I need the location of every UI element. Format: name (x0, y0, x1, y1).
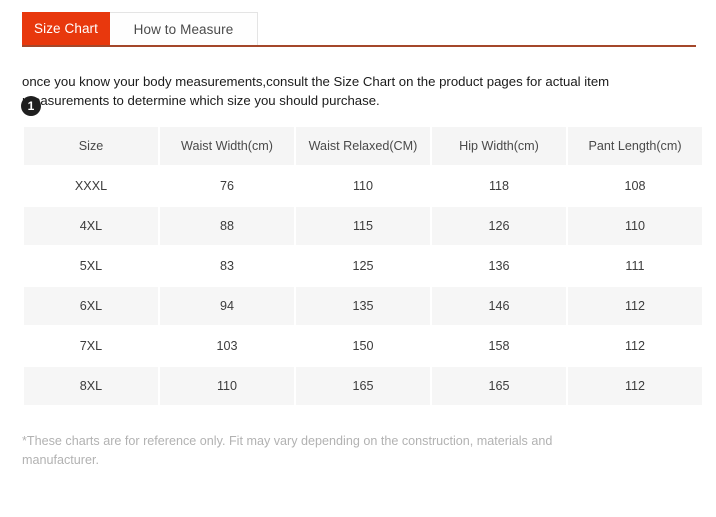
tab-bar-underline (22, 45, 696, 47)
footnote-text: *These charts are for reference only. Fi… (22, 433, 553, 467)
cell-pant-length: 112 (568, 367, 702, 405)
cell-pant-length: 112 (568, 287, 702, 325)
table-row: 7XL 103 150 158 112 (24, 327, 702, 365)
tab-bar-left-spacer (0, 12, 22, 45)
step-badge-number: 1 (27, 99, 35, 113)
column-header-size: Size (24, 127, 158, 165)
cell-size: XXXL (24, 167, 158, 205)
cell-waist-relaxed: 165 (296, 367, 430, 405)
cell-hip-width: 136 (432, 247, 566, 285)
size-chart-page: Size Chart How to Measure once you know … (0, 0, 716, 517)
column-header-waist-width: Waist Width(cm) (160, 127, 294, 165)
size-chart-table-head: Size Waist Width(cm) Waist Relaxed(CM) H… (24, 127, 702, 165)
size-chart-table-body: XXXL 76 110 118 108 4XL 88 115 126 110 5… (24, 167, 702, 405)
intro-text: once you know your body measurements,con… (22, 74, 610, 109)
table-row: 5XL 83 125 136 111 (24, 247, 702, 285)
column-header-hip-width: Hip Width(cm) (432, 127, 566, 165)
cell-size: 5XL (24, 247, 158, 285)
tab-bar: Size Chart How to Measure (0, 12, 716, 45)
tab-how-to-measure-label: How to Measure (133, 21, 234, 37)
cell-hip-width: 118 (432, 167, 566, 205)
cell-waist-relaxed: 135 (296, 287, 430, 325)
cell-size: 4XL (24, 207, 158, 245)
cell-waist-width: 94 (160, 287, 294, 325)
cell-pant-length: 108 (568, 167, 702, 205)
tab-size-chart[interactable]: Size Chart (22, 12, 110, 45)
cell-waist-relaxed: 115 (296, 207, 430, 245)
cell-size: 8XL (24, 367, 158, 405)
size-chart-table: Size Waist Width(cm) Waist Relaxed(CM) H… (22, 125, 704, 407)
cell-size: 6XL (24, 287, 158, 325)
table-row: 8XL 110 165 165 112 (24, 367, 702, 405)
cell-waist-relaxed: 110 (296, 167, 430, 205)
cell-hip-width: 158 (432, 327, 566, 365)
cell-size: 7XL (24, 327, 158, 365)
cell-waist-relaxed: 150 (296, 327, 430, 365)
cell-waist-width: 103 (160, 327, 294, 365)
cell-pant-length: 112 (568, 327, 702, 365)
cell-pant-length: 110 (568, 207, 702, 245)
cell-waist-width: 110 (160, 367, 294, 405)
cell-waist-relaxed: 125 (296, 247, 430, 285)
table-row: XXXL 76 110 118 108 (24, 167, 702, 205)
tab-size-chart-label: Size Chart (33, 21, 99, 36)
column-header-pant-length: Pant Length(cm) (568, 127, 702, 165)
cell-hip-width: 126 (432, 207, 566, 245)
tab-how-to-measure[interactable]: How to Measure (110, 12, 258, 45)
cell-pant-length: 111 (568, 247, 702, 285)
table-header-row: Size Waist Width(cm) Waist Relaxed(CM) H… (24, 127, 702, 165)
table-row: 6XL 94 135 146 112 (24, 287, 702, 325)
cell-waist-width: 83 (160, 247, 294, 285)
table-row: 4XL 88 115 126 110 (24, 207, 702, 245)
cell-waist-width: 76 (160, 167, 294, 205)
step-badge: 1 (21, 96, 41, 116)
cell-hip-width: 165 (432, 367, 566, 405)
cell-hip-width: 146 (432, 287, 566, 325)
cell-waist-width: 88 (160, 207, 294, 245)
column-header-waist-relaxed: Waist Relaxed(CM) (296, 127, 430, 165)
